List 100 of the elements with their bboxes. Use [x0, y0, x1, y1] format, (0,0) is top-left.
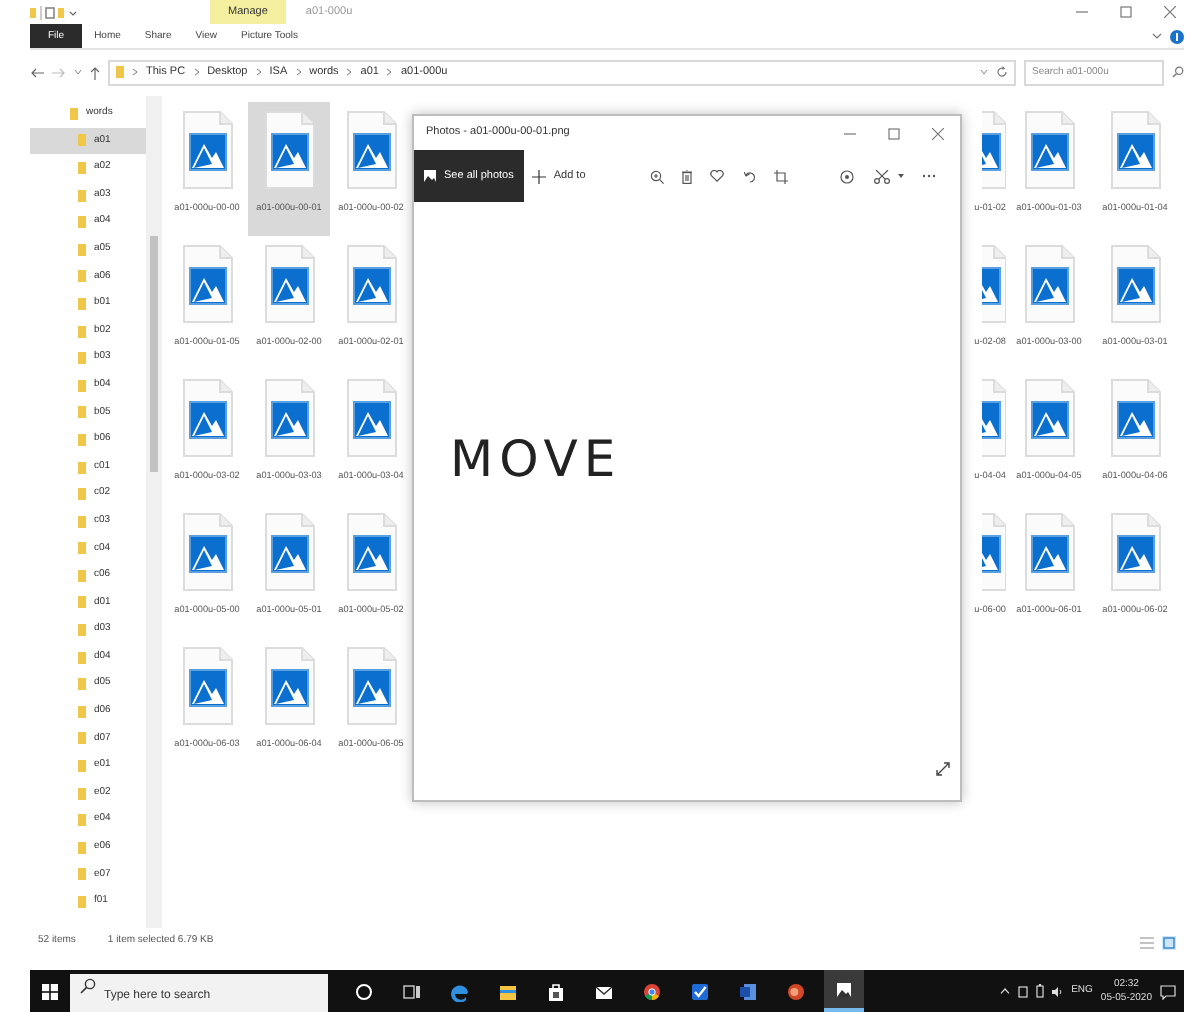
heart-icon[interactable] — [710, 170, 725, 182]
image-file-icon — [341, 646, 401, 726]
folder-icon — [78, 705, 86, 718]
close-icon[interactable] — [932, 127, 944, 139]
folder-icon — [78, 325, 86, 338]
chrome-icon — [642, 981, 662, 1001]
chevron-right-icon — [255, 68, 262, 76]
zoom-in-icon[interactable] — [649, 169, 664, 183]
picture-icon — [834, 979, 854, 999]
notification-icon[interactable] — [1160, 983, 1176, 999]
app-icon — [786, 981, 806, 1001]
folder-icon — [78, 678, 86, 691]
folder-icon — [78, 896, 86, 909]
scissors-icon[interactable] — [873, 169, 890, 183]
folder-icon — [78, 542, 86, 555]
picture-icon — [424, 170, 436, 182]
plus-icon — [531, 169, 546, 183]
large-icons-view-icon[interactable] — [1162, 935, 1176, 949]
folder-icon — [78, 651, 86, 664]
image-file-icon — [341, 244, 401, 324]
chevron-down-icon[interactable] — [74, 68, 82, 76]
folder-icon — [78, 868, 86, 881]
circle-icon — [354, 981, 374, 1001]
image-file-icon — [1105, 378, 1165, 458]
image-file-icon — [259, 378, 319, 458]
chevron-down-icon[interactable] — [1152, 32, 1162, 40]
image-file-icon — [341, 110, 401, 190]
back-arrow-icon[interactable] — [30, 67, 44, 77]
image-file-icon — [982, 378, 1006, 458]
browser-icon — [450, 981, 470, 1001]
up-arrow-icon[interactable] — [90, 65, 100, 79]
folder-icon — [70, 107, 78, 120]
chevron-right-icon — [346, 68, 353, 76]
refresh-icon[interactable] — [996, 66, 1008, 78]
image-file-icon — [1105, 512, 1165, 592]
folder-icon — [78, 297, 86, 310]
image-file-icon — [341, 378, 401, 458]
image-file-icon — [982, 110, 1006, 190]
folder-icon — [78, 161, 86, 174]
battery-icon[interactable] — [1035, 984, 1044, 998]
document-icon — [738, 981, 758, 1001]
folder-icon — [78, 814, 86, 827]
folder-icon — [116, 66, 124, 78]
folder-icon — [78, 379, 86, 392]
chevron-right-icon — [295, 68, 302, 76]
image-file-icon — [259, 512, 319, 592]
expand-icon[interactable] — [936, 762, 950, 776]
folder-icon — [78, 841, 86, 854]
image-file-icon — [177, 378, 237, 458]
close-icon[interactable] — [1164, 6, 1176, 18]
scrollbar[interactable] — [146, 96, 162, 928]
folder-icon — [78, 596, 86, 609]
shopping-bag-icon — [546, 981, 566, 1001]
chevron-down-icon[interactable] — [980, 68, 988, 76]
folder-icon — [78, 760, 86, 773]
image-file-icon — [259, 646, 319, 726]
caret-up-icon[interactable] — [999, 988, 1010, 994]
folder-icon — [78, 515, 86, 528]
image-file-icon — [982, 512, 1006, 592]
speaker-icon[interactable] — [1051, 985, 1064, 997]
folder-icon — [78, 189, 86, 202]
tablet-icon[interactable] — [1017, 985, 1028, 997]
image-file-icon — [1019, 378, 1079, 458]
chevron-right-icon — [193, 68, 200, 76]
slideshow-icon[interactable] — [840, 169, 855, 183]
caret-icon — [897, 174, 904, 178]
image-file-icon — [1019, 110, 1079, 190]
image-file-icon — [1105, 110, 1165, 190]
rotate-icon[interactable] — [743, 169, 756, 183]
folder-icon — [78, 243, 86, 256]
maximize-icon[interactable] — [1120, 6, 1132, 18]
taskbar-app-button[interactable] — [824, 970, 864, 1012]
maximize-icon[interactable] — [888, 127, 900, 139]
image-file-icon — [259, 244, 319, 324]
folder-icon — [78, 787, 86, 800]
image-file-icon — [1019, 244, 1079, 324]
folder-icon — [78, 624, 86, 637]
folder-icon — [78, 352, 86, 365]
folder-icon — [78, 134, 86, 147]
trash-icon[interactable] — [682, 169, 693, 183]
folder-icon — [78, 569, 86, 582]
windows-logo-icon — [42, 983, 58, 999]
crop-icon[interactable] — [773, 169, 788, 183]
envelope-icon — [594, 981, 614, 1001]
image-file-icon — [982, 244, 1006, 324]
image-file-icon — [177, 244, 237, 324]
search-icon — [80, 977, 96, 994]
image-file-icon — [177, 110, 237, 190]
folder-icon — [78, 461, 86, 474]
folder-icon — [78, 433, 86, 446]
folder-icon — [498, 981, 518, 1001]
image-file-icon — [177, 646, 237, 726]
folder-icon — [78, 270, 86, 283]
folder-icon — [78, 488, 86, 501]
image-file-icon — [341, 512, 401, 592]
search-icon — [1172, 66, 1184, 78]
help-icon[interactable] — [1170, 29, 1184, 43]
image-file-icon — [1019, 512, 1079, 592]
chevron-right-icon — [386, 68, 393, 76]
checkmark-icon — [690, 981, 710, 1001]
